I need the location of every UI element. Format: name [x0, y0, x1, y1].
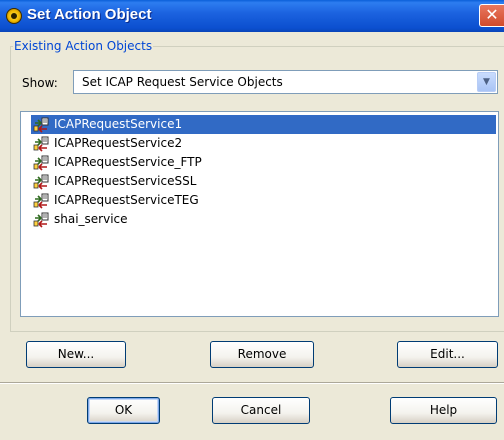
service-object-icon — [33, 212, 49, 228]
list-item[interactable]: ICAPRequestService2 — [31, 134, 496, 153]
service-object-icon — [33, 193, 49, 209]
list-item[interactable]: ICAPRequestServiceSSL — [31, 172, 496, 191]
list-item-label: ICAPRequestService2 — [54, 136, 183, 150]
list-item-label: ICAPRequestService_FTP — [54, 155, 202, 169]
app-icon — [6, 8, 22, 24]
show-dropdown-value: Set ICAP Request Service Objects — [82, 75, 283, 89]
ok-button[interactable]: OK — [87, 397, 160, 424]
new-button[interactable]: New... — [26, 341, 126, 368]
list-item-label: ICAPRequestService1 — [54, 117, 183, 131]
list-item[interactable]: ICAPRequestService1 — [31, 115, 496, 134]
list-item-label: ICAPRequestServiceSSL — [54, 174, 197, 188]
list-item[interactable]: ICAPRequestService_FTP — [31, 153, 496, 172]
list-item-label: ICAPRequestServiceTEG — [54, 193, 199, 207]
list-item[interactable]: shai_service — [31, 210, 496, 229]
service-object-icon — [33, 155, 49, 171]
close-button[interactable]: ✕ — [479, 4, 504, 27]
remove-button[interactable]: Remove — [210, 341, 314, 368]
action-objects-list[interactable]: ICAPRequestService1 ICAPRequestService2 … — [20, 111, 499, 317]
chevron-down-icon[interactable]: ▼ — [477, 72, 496, 92]
cancel-button[interactable]: Cancel — [212, 397, 310, 424]
show-dropdown[interactable]: Set ICAP Request Service Objects ▼ — [73, 70, 498, 94]
service-object-icon — [33, 136, 49, 152]
edit-button[interactable]: Edit... — [397, 341, 498, 368]
window-title: Set Action Object — [27, 6, 152, 23]
list-item-label: shai_service — [54, 212, 128, 226]
group-label: Existing Action Objects — [13, 39, 154, 53]
divider — [0, 382, 504, 384]
title-bar: Set Action Object ✕ — [0, 0, 504, 32]
show-label: Show: — [22, 76, 58, 90]
list-item[interactable]: ICAPRequestServiceTEG — [31, 191, 496, 210]
service-object-icon — [33, 117, 49, 133]
service-object-icon — [33, 174, 49, 190]
help-button[interactable]: Help — [390, 397, 497, 424]
